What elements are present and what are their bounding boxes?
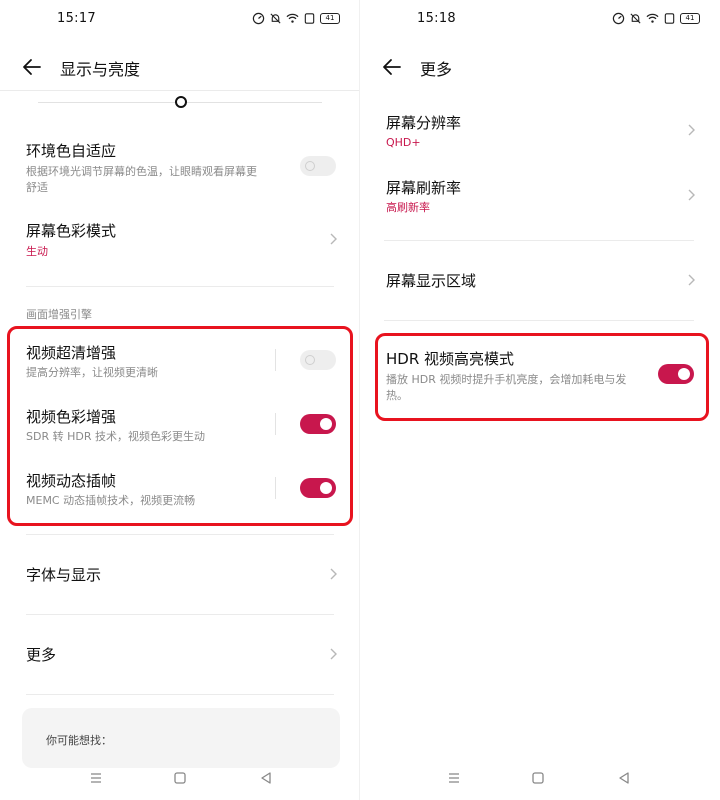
- suggestion-card: 你可能想找：: [22, 708, 340, 768]
- menu-icon[interactable]: [446, 770, 462, 786]
- chevron-right-icon: [330, 233, 337, 245]
- menu-icon[interactable]: [88, 770, 104, 786]
- screen-color-mode-title: 屏幕色彩模式: [26, 222, 117, 240]
- screen-resolution-value: QHD+: [386, 136, 421, 149]
- divider: [26, 694, 334, 695]
- screen-resolution-row[interactable]: 屏幕分辨率 QHD+: [360, 110, 720, 154]
- home-icon[interactable]: [530, 770, 546, 786]
- chevron-right-icon: [688, 124, 695, 136]
- screen-refresh-rate-row[interactable]: 屏幕刷新率 高刷新率: [360, 175, 720, 219]
- screen-refresh-rate-value: 高刷新率: [386, 201, 430, 214]
- divider: [26, 614, 334, 615]
- divider: [384, 240, 694, 241]
- divider: [384, 320, 694, 321]
- brightness-slider-thumb[interactable]: [175, 96, 187, 108]
- highlight-box: [375, 333, 709, 421]
- screen-display-area-row[interactable]: 屏幕显示区域: [360, 262, 720, 302]
- sim-icon: [664, 13, 675, 24]
- section-label-picture-engine: 画面增强引擎: [26, 308, 92, 321]
- page-title: 显示与亮度: [60, 60, 141, 79]
- home-icon[interactable]: [172, 770, 188, 786]
- screen-color-mode-value: 生动: [26, 245, 48, 258]
- status-time: 15:18: [417, 11, 456, 26]
- battery-icon: 41: [680, 13, 700, 24]
- screen-refresh-rate-title: 屏幕刷新率: [386, 179, 462, 197]
- screen-color-mode-row[interactable]: 屏幕色彩模式 生动: [0, 218, 360, 268]
- back-arrow-icon[interactable]: [20, 55, 44, 79]
- mute-bell-icon: [270, 13, 281, 24]
- highlight-box: [7, 326, 353, 526]
- back-icon[interactable]: [258, 770, 274, 786]
- ambient-color-toggle[interactable]: [300, 156, 336, 176]
- more-row[interactable]: 更多: [0, 636, 360, 676]
- suggestion-card-title: 你可能想找：: [46, 734, 112, 747]
- ambient-color-desc-1: 根据环境光调节屏幕的色温，让眼睛观看屏幕更: [26, 165, 257, 178]
- chevron-right-icon: [330, 568, 337, 580]
- font-display-title: 字体与显示: [26, 566, 102, 584]
- display-brightness-screen: 15:17 41 显示与亮度 环境色自适应 根据环境光调节屏幕的色温，让眼睛观看…: [0, 0, 360, 800]
- navigation-bar: [360, 764, 720, 792]
- speed-icon: [252, 12, 265, 25]
- wifi-icon: [286, 13, 299, 23]
- ambient-color-desc-2: 舒适: [26, 181, 48, 194]
- page-title: 更多: [420, 60, 453, 79]
- page-header: 显示与亮度: [0, 48, 360, 86]
- ambient-color-title: 环境色自适应: [26, 142, 117, 160]
- ambient-color-row[interactable]: 环境色自适应 根据环境光调节屏幕的色温，让眼睛观看屏幕更 舒适: [0, 136, 360, 200]
- divider: [26, 286, 334, 287]
- more-title: 更多: [26, 646, 57, 664]
- status-icons: 41: [252, 12, 340, 25]
- back-icon[interactable]: [616, 770, 632, 786]
- more-screen: 15:18 41 更多 屏幕分辨率 QHD+ 屏幕刷新率 高刷新率 屏幕显示区域…: [360, 0, 720, 800]
- toggle-knob: [305, 161, 315, 171]
- chevron-right-icon: [330, 648, 337, 660]
- battery-icon: 41: [320, 13, 340, 24]
- status-time: 15:17: [57, 11, 96, 26]
- speed-icon: [612, 12, 625, 25]
- status-bar: 15:18 41: [360, 0, 720, 40]
- sim-icon: [304, 13, 315, 24]
- screen-display-area-title: 屏幕显示区域: [386, 272, 477, 290]
- header-divider: [0, 90, 360, 91]
- screen-resolution-title: 屏幕分辨率: [386, 114, 462, 132]
- chevron-right-icon: [688, 274, 695, 286]
- back-arrow-icon[interactable]: [380, 55, 404, 79]
- font-display-row[interactable]: 字体与显示: [0, 556, 360, 596]
- page-header: 更多: [360, 48, 720, 86]
- status-bar: 15:17 41: [0, 0, 360, 40]
- status-icons: 41: [612, 12, 700, 25]
- mute-bell-icon: [630, 13, 641, 24]
- navigation-bar: [0, 764, 360, 792]
- wifi-icon: [646, 13, 659, 23]
- divider: [26, 534, 334, 535]
- chevron-right-icon: [688, 189, 695, 201]
